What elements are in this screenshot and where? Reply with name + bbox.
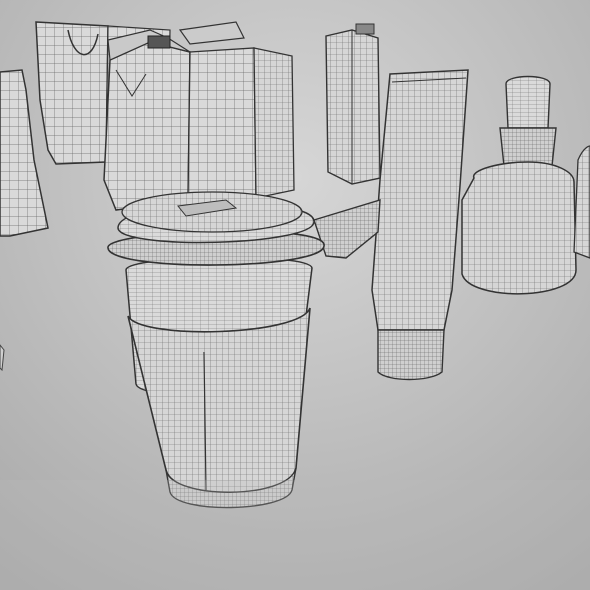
juice-carton-small xyxy=(325,23,381,185)
floor-shade xyxy=(0,480,590,590)
wireframe-scene xyxy=(0,0,590,590)
render-canvas xyxy=(0,0,590,590)
